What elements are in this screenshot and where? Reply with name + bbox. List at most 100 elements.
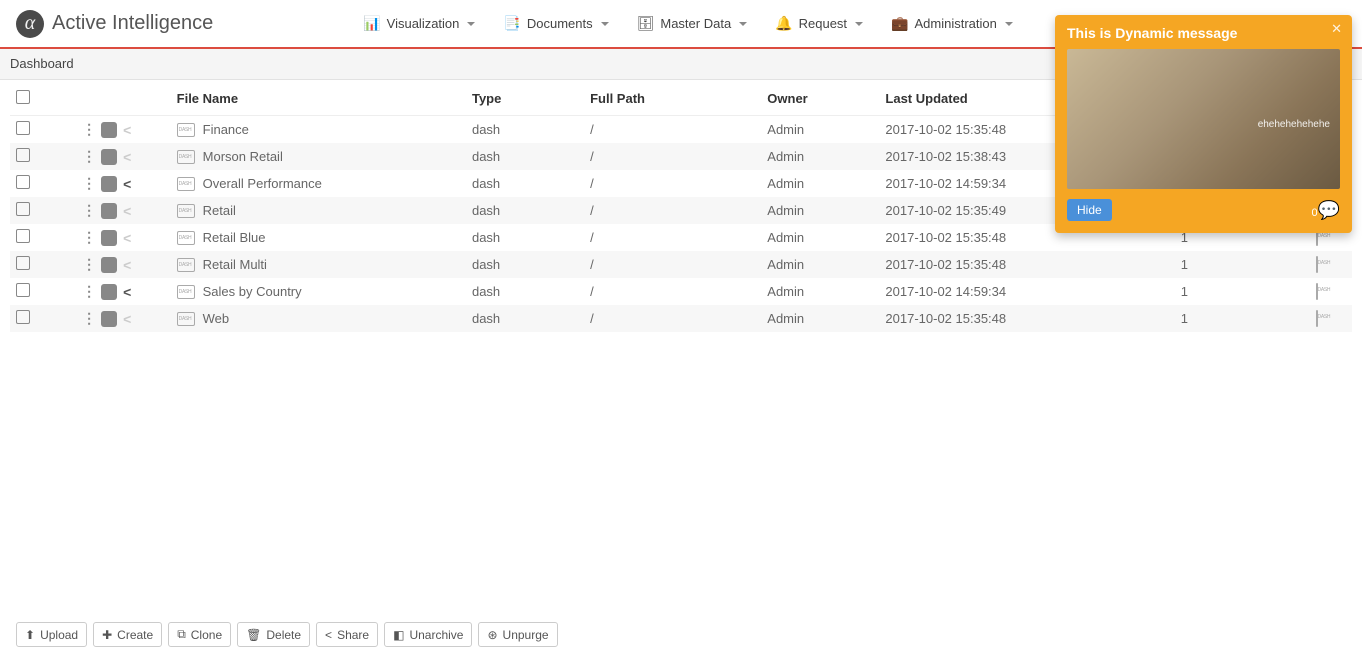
nav-visualization[interactable]: 📊Visualization: [363, 15, 475, 32]
preview-icon[interactable]: Q: [101, 257, 117, 273]
more-icon[interactable]: ⋮: [82, 121, 95, 138]
nav-request[interactable]: 🔔Request: [775, 15, 863, 32]
preview-icon[interactable]: Q: [101, 230, 117, 246]
brand-text: Active Intelligence: [52, 12, 213, 35]
table-row[interactable]: ⋮Q<Sales by Countrydash/Admin2017-10-02 …: [10, 278, 1352, 305]
more-icon[interactable]: ⋮: [82, 175, 95, 192]
share-icon[interactable]: <: [123, 230, 131, 246]
delete-button[interactable]: 🗑Delete: [237, 622, 310, 647]
share-icon: <: [325, 628, 332, 642]
file-path: /: [584, 278, 761, 305]
close-icon[interactable]: ✕: [1331, 21, 1342, 37]
preview-icon[interactable]: Q: [101, 284, 117, 300]
nav-master-data[interactable]: 🗄Master Data: [637, 15, 748, 32]
preview-icon[interactable]: Q: [101, 149, 117, 165]
file-path: /: [584, 305, 761, 332]
brand-area[interactable]: α Active Intelligence: [16, 10, 213, 38]
more-icon[interactable]: ⋮: [82, 202, 95, 219]
file-owner: Admin: [761, 143, 879, 170]
clone-button[interactable]: ⧉Clone: [168, 622, 231, 647]
more-icon[interactable]: ⋮: [82, 256, 95, 273]
share-icon[interactable]: <: [123, 176, 131, 192]
preview-icon[interactable]: Q: [101, 122, 117, 138]
file-version: 1: [1175, 251, 1281, 278]
file-updated: 2017-10-02 14:59:34: [879, 278, 1174, 305]
share-icon[interactable]: <: [123, 311, 131, 327]
download-icon[interactable]: [1316, 283, 1318, 300]
file-type: dash: [466, 305, 584, 332]
preview-icon[interactable]: Q: [101, 203, 117, 219]
share-icon[interactable]: <: [123, 257, 131, 273]
file-owner: Admin: [761, 251, 879, 278]
unpurge-icon: ⊛: [487, 628, 497, 642]
nav-icon: 🗄: [637, 15, 655, 32]
action-bar: ⬆Upload ✚Create ⧉Clone 🗑Delete <Share ◧U…: [0, 614, 1362, 655]
select-all-checkbox[interactable]: [16, 90, 30, 104]
more-icon[interactable]: ⋮: [82, 148, 95, 165]
nav-icon: 💼: [891, 15, 908, 32]
table-row[interactable]: ⋮Q<Retail Multidash/Admin2017-10-02 15:3…: [10, 251, 1352, 278]
page-title: Dashboard: [10, 56, 74, 71]
table-row[interactable]: ⋮Q<Webdash/Admin2017-10-02 15:35:481: [10, 305, 1352, 332]
hide-button[interactable]: Hide: [1067, 199, 1112, 221]
chevron-down-icon: [467, 22, 475, 26]
share-icon[interactable]: <: [123, 149, 131, 165]
download-icon[interactable]: [1316, 310, 1318, 327]
logo-icon: α: [16, 10, 44, 38]
unpurge-button[interactable]: ⊛Unpurge: [478, 622, 557, 647]
row-checkbox[interactable]: [16, 202, 30, 216]
upload-button[interactable]: ⬆Upload: [16, 622, 87, 647]
file-type: dash: [466, 278, 584, 305]
more-icon[interactable]: ⋮: [82, 310, 95, 327]
preview-icon[interactable]: Q: [101, 176, 117, 192]
share-icon[interactable]: <: [123, 284, 131, 300]
notification-toast: ✕ This is Dynamic message Hide 0💬: [1055, 15, 1352, 233]
clone-icon: ⧉: [177, 627, 186, 642]
file-owner: Admin: [761, 116, 879, 144]
file-owner: Admin: [761, 224, 879, 251]
row-checkbox[interactable]: [16, 121, 30, 135]
nav-administration[interactable]: 💼Administration: [891, 15, 1013, 32]
unarchive-button[interactable]: ◧Unarchive: [384, 622, 472, 647]
file-name: Morson Retail: [203, 149, 283, 164]
row-checkbox[interactable]: [16, 310, 30, 324]
file-path: /: [584, 251, 761, 278]
preview-icon[interactable]: Q: [101, 311, 117, 327]
chevron-down-icon: [739, 22, 747, 26]
delete-icon: 🗑: [246, 628, 261, 642]
row-checkbox[interactable]: [16, 256, 30, 270]
notification-image: [1067, 49, 1340, 189]
col-filename[interactable]: File Name: [171, 82, 466, 116]
dashboard-file-icon: [177, 258, 195, 272]
file-path: /: [584, 224, 761, 251]
more-icon[interactable]: ⋮: [82, 283, 95, 300]
chat-icon[interactable]: 0💬: [1311, 200, 1340, 221]
file-name: Overall Performance: [203, 176, 322, 191]
file-type: dash: [466, 143, 584, 170]
row-checkbox[interactable]: [16, 148, 30, 162]
share-button[interactable]: <Share: [316, 622, 378, 647]
share-icon[interactable]: <: [123, 203, 131, 219]
share-icon[interactable]: <: [123, 122, 131, 138]
row-checkbox[interactable]: [16, 175, 30, 189]
col-type[interactable]: Type: [466, 82, 584, 116]
file-updated: 2017-10-02 15:35:48: [879, 305, 1174, 332]
main-nav: 📊Visualization 📑Documents 🗄Master Data 🔔Req…: [363, 15, 1013, 32]
nav-documents[interactable]: 📑Documents: [503, 15, 608, 32]
nav-icon: 🔔: [775, 15, 792, 32]
file-type: dash: [466, 224, 584, 251]
col-owner[interactable]: Owner: [761, 82, 879, 116]
file-name: Retail Multi: [203, 257, 267, 272]
file-name: Sales by Country: [203, 284, 302, 299]
create-button[interactable]: ✚Create: [93, 622, 162, 647]
col-path[interactable]: Full Path: [584, 82, 761, 116]
chevron-down-icon: [855, 22, 863, 26]
row-checkbox[interactable]: [16, 283, 30, 297]
row-checkbox[interactable]: [16, 229, 30, 243]
notification-title: This is Dynamic message: [1067, 25, 1340, 41]
more-icon[interactable]: ⋮: [82, 229, 95, 246]
download-icon[interactable]: [1316, 256, 1318, 273]
file-path: /: [584, 197, 761, 224]
file-type: dash: [466, 197, 584, 224]
dashboard-file-icon: [177, 231, 195, 245]
